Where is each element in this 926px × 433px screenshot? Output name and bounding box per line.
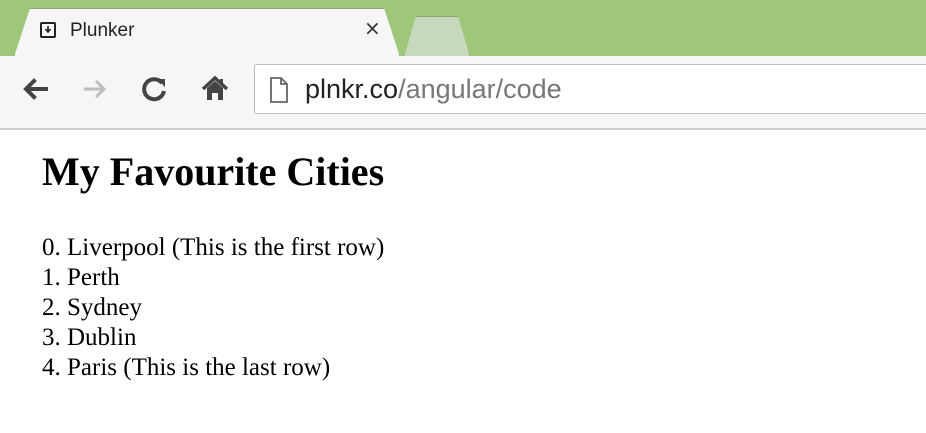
tab-plunker[interactable]: Plunker × — [14, 8, 398, 56]
back-arrow-icon[interactable] — [20, 74, 50, 110]
new-tab-button[interactable] — [404, 16, 470, 57]
list-item: 0. Liverpool (This is the first row) — [42, 234, 385, 261]
list-item: 4. Paris (This is the last row) — [42, 354, 331, 381]
list-item: 1. Perth — [42, 264, 120, 291]
download-box-icon — [40, 22, 56, 38]
reload-icon[interactable] — [140, 74, 170, 110]
url-path: /angular/code — [398, 74, 562, 104]
home-icon[interactable] — [200, 74, 230, 110]
toolbar: plnkr.co/angular/code — [0, 56, 926, 130]
url-host: plnkr.co — [305, 74, 399, 104]
address-bar[interactable]: plnkr.co/angular/code — [254, 64, 926, 114]
page-content: My Favourite Cities 0. Liverpool (This i… — [42, 148, 902, 383]
browser-window: Plunker × plnkr.co/angular/code My Favou… — [0, 0, 926, 433]
list-item: 2. Sydney — [42, 294, 142, 321]
forward-arrow-icon[interactable] — [80, 74, 110, 110]
page-icon — [269, 77, 289, 108]
tab-close-icon[interactable]: × — [364, 18, 381, 38]
page-title: My Favourite Cities — [42, 149, 385, 194]
url-text[interactable]: plnkr.co/angular/code — [305, 74, 562, 105]
city-list: 0. Liverpool (This is the first row) 1. … — [42, 233, 902, 383]
tab-strip: Plunker × — [0, 0, 926, 56]
tab-title: Plunker — [70, 20, 135, 41]
list-item: 3. Dublin — [42, 324, 137, 351]
